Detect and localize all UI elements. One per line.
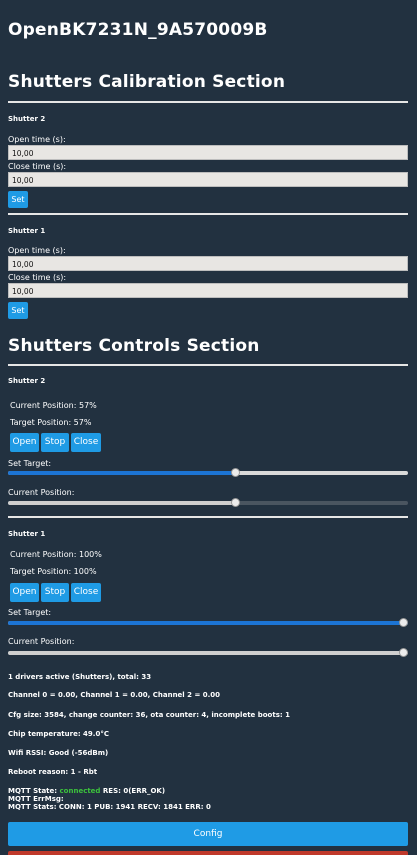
controls-shutter-divider [8, 516, 408, 518]
close-button[interactable]: Close [71, 583, 101, 602]
open-time-input[interactable]: 10,00 [8, 145, 408, 160]
calibration-shutter-name: Shutter 1 [8, 227, 46, 235]
channels-info: Channel 0 = 0.00, Channel 1 = 0.00, Chan… [8, 691, 221, 699]
close-time-label: Close time (s): [8, 273, 67, 282]
slider-thumb[interactable] [399, 618, 408, 627]
target-position-text: Target Position: 57% [10, 418, 92, 427]
set-calibration-button[interactable]: Set [8, 302, 28, 319]
slider-fill [8, 621, 408, 625]
open-time-label: Open time (s): [8, 135, 66, 144]
slider-fill [8, 651, 408, 655]
mqtt-state-info: MQTT State: connected RES: 0(ERR_OK) [8, 787, 165, 795]
slider-thumb[interactable] [230, 468, 240, 477]
current-position-slider [8, 647, 408, 659]
bottom-bar[interactable] [8, 851, 408, 855]
calibration-divider [8, 101, 408, 103]
open-time-label: Open time (s): [8, 246, 66, 255]
open-button[interactable]: Open [10, 433, 39, 452]
wifi-rssi-info: Wifi RSSI: Good (-56dBm) [8, 749, 109, 757]
calibration-shutter-name: Shutter 2 [8, 115, 46, 123]
current-position-text: Current Position: 100% [10, 550, 102, 559]
set-calibration-button[interactable]: Set [8, 191, 28, 208]
close-button[interactable]: Close [71, 433, 101, 452]
config-button[interactable]: Config [8, 822, 408, 846]
slider-thumb [230, 498, 240, 507]
target-position-text: Target Position: 100% [10, 567, 97, 576]
mqtt-state-prefix: MQTT State: [8, 787, 58, 795]
stop-button[interactable]: Stop [41, 583, 69, 602]
set-target-slider[interactable] [8, 617, 408, 629]
device-title: OpenBK7231N_9A570009B [8, 20, 268, 40]
open-button[interactable]: Open [10, 583, 39, 602]
controls-divider [8, 364, 408, 366]
controls-section-title: Shutters Controls Section [8, 336, 260, 356]
mqtt-state-value: connected [59, 787, 101, 795]
close-time-label: Close time (s): [8, 162, 67, 171]
open-time-input[interactable]: 10,00 [8, 256, 408, 271]
current-position-slider-label: Current Position: [8, 488, 75, 497]
calibration-shutter-2: Shutter 2 [8, 115, 45, 123]
mqtt-errmsg-info: MQTT ErrMsg: [8, 795, 64, 803]
cfg-info: Cfg size: 3584, change counter: 36, ota … [8, 711, 290, 719]
set-target-label: Set Target: [8, 608, 52, 617]
chip-temperature-info: Chip temperature: 49.0°C [8, 730, 109, 738]
control-shutter-name: Shutter 2 [8, 377, 46, 385]
current-position-slider-label: Current Position: [8, 637, 75, 646]
stop-button[interactable]: Stop [41, 433, 69, 452]
close-time-input[interactable]: 10,00 [8, 283, 408, 298]
close-time-input[interactable]: 10,00 [8, 172, 408, 187]
control-shutter-name: Shutter 1 [8, 530, 46, 538]
calibration-shutter-divider [8, 213, 408, 215]
mqtt-state-suffix: RES: 0(ERR_OK) [102, 787, 166, 795]
calibration-section-title: Shutters Calibration Section [8, 72, 286, 92]
slider-fill [8, 501, 236, 505]
drivers-info: 1 drivers active (Shutters), total: 33 [8, 673, 152, 681]
reboot-reason-info: Reboot reason: 1 - Rbt [8, 768, 98, 776]
current-position-text: Current Position: 57% [10, 401, 97, 410]
mqtt-stats-info: MQTT Stats: CONN: 1 PUB: 1941 RECV: 1841… [8, 803, 211, 811]
slider-fill [8, 471, 236, 475]
current-position-slider [8, 497, 408, 509]
set-target-slider[interactable] [8, 467, 408, 479]
slider-thumb [399, 648, 408, 657]
